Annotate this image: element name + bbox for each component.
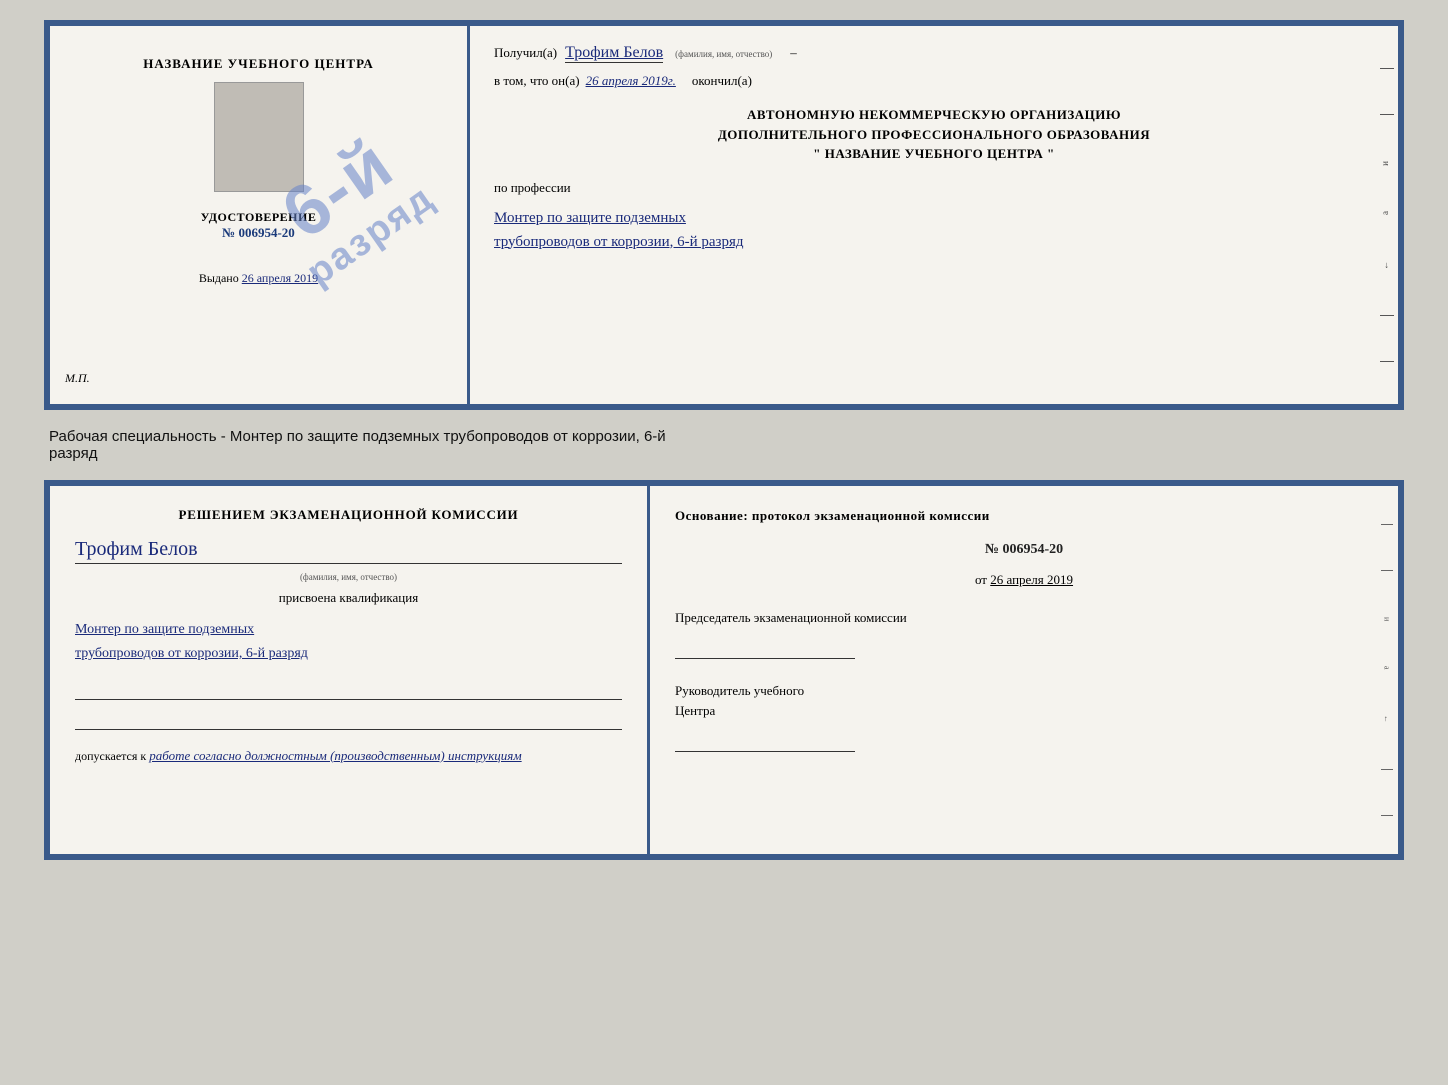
- rukov-title-line2: Центра: [675, 701, 1373, 721]
- deco-h-4: [1381, 815, 1393, 816]
- deco-h-3: [1381, 769, 1393, 770]
- middle-label-line2: разряд: [49, 445, 1404, 462]
- stamp-text-line2: разряд: [299, 176, 442, 294]
- qualification-block: Монтер по защите подземных трубопроводов…: [494, 206, 1374, 254]
- bottom-certificate: Решением экзаменационной комиссии Трофим…: [44, 480, 1404, 860]
- vydano-label: Выдано: [199, 271, 239, 285]
- org-line3: " НАЗВАНИЕ УЧЕБНОГО ЦЕНТРА ": [494, 144, 1374, 164]
- dopuskaetsya-block: допускается к работе согласно должностны…: [75, 748, 622, 764]
- rukov-sign-line: [675, 724, 855, 752]
- vydano-date: 26 апреля 2019: [242, 271, 318, 285]
- udost-block: УДОСТОВЕРЕНИЕ № 006954-20: [201, 210, 317, 241]
- predsedatel-sign-line: [675, 631, 855, 659]
- photo-area: [214, 82, 304, 192]
- vtom-label: в том, что он(а): [494, 73, 580, 89]
- blank-lines: [75, 682, 622, 730]
- cert-top-left: НАЗВАНИЕ УЧЕБНОГО ЦЕНТРА 6-й разряд УДОС…: [50, 26, 470, 404]
- cert-bottom-left: Решением экзаменационной комиссии Трофим…: [50, 486, 650, 854]
- prisvoena-text: присвоена квалификация: [75, 590, 622, 606]
- po-professii-label: по профессии: [494, 180, 1374, 196]
- dopuskaetsya-text: работе согласно должностным (производств…: [149, 748, 521, 763]
- rukov-block: Руководитель учебного Центра: [675, 681, 1373, 752]
- rukov-title-line1: Руководитель учебного: [675, 681, 1373, 701]
- bottom-recipient-name: Трофим Белов: [75, 538, 198, 560]
- predsedatel-block: Председатель экзаменационной комиссии: [675, 608, 1373, 660]
- mp-label: М.П.: [65, 371, 90, 386]
- ot-date: 26 апреля 2019: [990, 572, 1073, 587]
- deco-line-4: [1380, 361, 1394, 362]
- cert-top-right: Получил(а) Трофим Белов (фамилия, имя, о…: [470, 26, 1398, 404]
- bottom-fio-small: (фамилия, имя, отчество): [75, 572, 622, 582]
- middle-label-line1: Рабочая специальность - Монтер по защите…: [49, 428, 1404, 445]
- predsedatel-title: Председатель экзаменационной комиссии: [675, 608, 1373, 628]
- bottom-right-deco: и а ←: [1376, 486, 1398, 854]
- okonchil-label: окончил(а): [692, 73, 752, 89]
- bottom-qual-line1: Монтер по защите подземных: [75, 618, 622, 642]
- deco-v-lt: ←: [1383, 715, 1392, 723]
- org-block: АВТОНОМНУЮ НЕКОММЕРЧЕСКУЮ ОРГАНИЗАЦИЮ ДО…: [494, 105, 1374, 164]
- deco-text-lt: ←: [1380, 260, 1396, 270]
- bottom-qual-block: Монтер по защите подземных трубопроводов…: [75, 618, 622, 666]
- osnov-title: Основание: протокол экзаменационной коми…: [675, 506, 1373, 526]
- deco-line-2: [1380, 114, 1394, 115]
- vtom-date: 26 апреля 2019г.: [586, 73, 676, 89]
- udost-title: УДОСТОВЕРЕНИЕ: [201, 210, 317, 225]
- blank-line-1: [75, 682, 622, 700]
- right-deco-lines: и а ←: [1378, 26, 1398, 404]
- center-name-header: НАЗВАНИЕ УЧЕБНОГО ЦЕНТРА: [143, 56, 374, 72]
- cert-bottom-right: Основание: протокол экзаменационной коми…: [650, 486, 1398, 854]
- deco-h-1: [1381, 524, 1393, 525]
- poluchil-label: Получил(а): [494, 45, 557, 61]
- poluchil-line: Получил(а) Трофим Белов (фамилия, имя, о…: [494, 44, 1374, 63]
- deco-line-3: [1380, 315, 1394, 316]
- deco-h-2: [1381, 570, 1393, 571]
- deco-line-1: [1380, 68, 1394, 69]
- dopuskaetsya-prefix: допускается к: [75, 749, 146, 763]
- protocol-num: № 006954-20: [675, 542, 1373, 558]
- dash1: –: [790, 45, 797, 61]
- blank-line-2: [75, 712, 622, 730]
- ot-label: от: [975, 572, 987, 587]
- vtom-line: в том, что он(а) 26 апреля 2019г. окончи…: [494, 73, 1374, 89]
- fio-small-label: (фамилия, имя, отчество): [675, 49, 772, 59]
- decision-title: Решением экзаменационной комиссии: [75, 506, 622, 524]
- deco-text-и: и: [1380, 160, 1396, 166]
- top-certificate: НАЗВАНИЕ УЧЕБНОГО ЦЕНТРА 6-й разряд УДОС…: [44, 20, 1404, 410]
- deco-text-а: а: [1380, 210, 1396, 215]
- deco-v-и: и: [1383, 617, 1392, 621]
- qual-line2: трубопроводов от коррозии, 6-й разряд: [494, 230, 1374, 254]
- org-line1: АВТОНОМНУЮ НЕКОММЕРЧЕСКУЮ ОРГАНИЗАЦИЮ: [494, 105, 1374, 125]
- ot-date-block: от 26 апреля 2019: [675, 572, 1373, 588]
- qual-line1: Монтер по защите подземных: [494, 206, 1374, 230]
- name-hand-block: Трофим Белов: [75, 538, 622, 564]
- recipient-name: Трофим Белов: [565, 44, 663, 63]
- bottom-qual-line2: трубопроводов от коррозии, 6-й разряд: [75, 642, 622, 666]
- udost-num: № 006954-20: [201, 225, 317, 241]
- org-line2: ДОПОЛНИТЕЛЬНОГО ПРОФЕССИОНАЛЬНОГО ОБРАЗО…: [494, 125, 1374, 145]
- vydano-block: Выдано 26 апреля 2019: [199, 271, 318, 286]
- middle-label-block: Рабочая специальность - Монтер по защите…: [44, 428, 1404, 462]
- deco-v-а: а: [1383, 666, 1392, 670]
